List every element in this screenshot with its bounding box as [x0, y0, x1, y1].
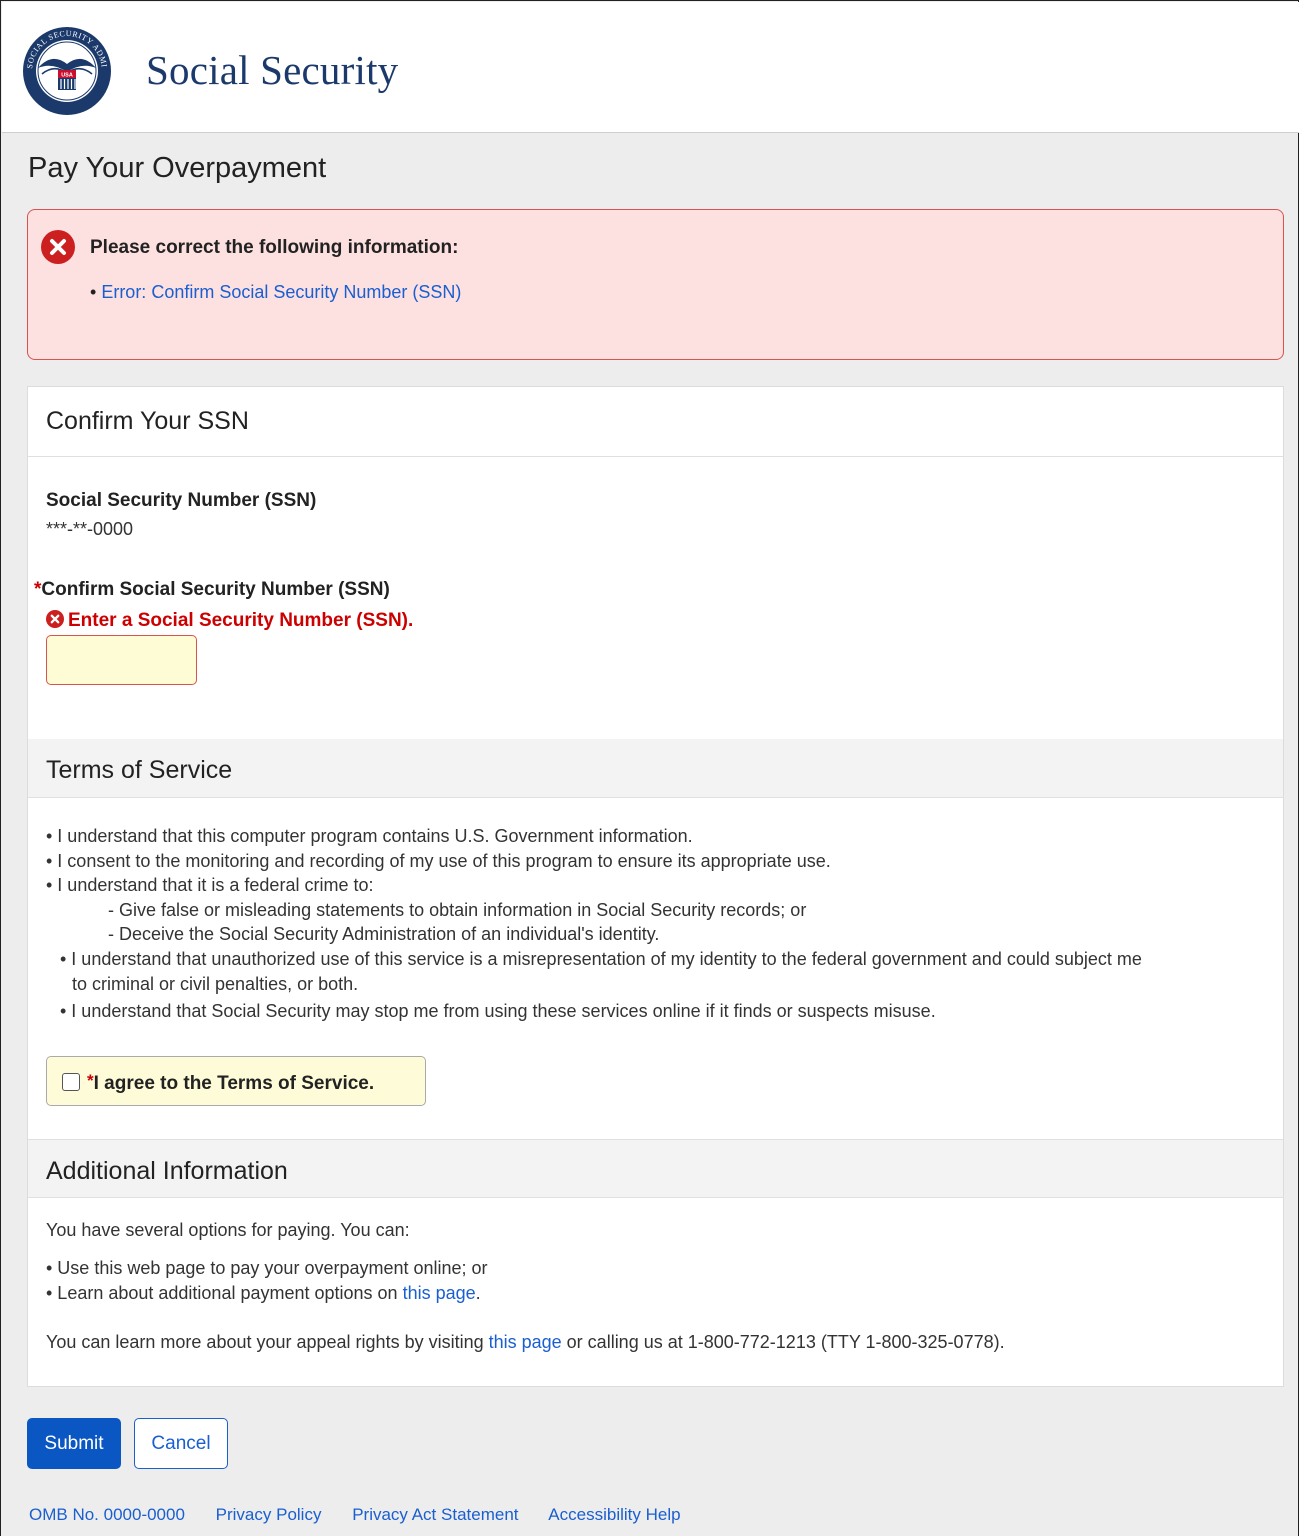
error-summary-title: Please correct the following information… — [90, 237, 459, 258]
footer-links: OMB No. 0000-0000 Privacy Policy Privacy… — [29, 1505, 707, 1525]
appeal-rights-link[interactable]: this page — [489, 1332, 562, 1352]
cancel-button[interactable]: Cancel — [134, 1418, 228, 1469]
additional-info-section-header: Additional Information — [28, 1139, 1283, 1198]
terms-item: • I understand that it is a federal crim… — [46, 875, 374, 896]
footer-privacy-policy-link[interactable]: Privacy Policy — [216, 1505, 322, 1524]
payment-option-more-text: • Learn about additional payment options… — [46, 1283, 403, 1303]
footer-omb-link[interactable]: OMB No. 0000-0000 — [29, 1505, 185, 1524]
submit-button[interactable]: Submit — [27, 1418, 121, 1469]
footer-accessibility-link[interactable]: Accessibility Help — [548, 1505, 680, 1524]
terms-list: • I understand that this computer progra… — [46, 824, 1142, 1024]
payment-option-online: • Use this web page to pay your overpaym… — [46, 1258, 488, 1278]
appeal-rights-prefix: You can learn more about your appeal rig… — [46, 1332, 489, 1352]
payment-option-more: • Learn about additional payment options… — [46, 1283, 481, 1304]
payment-options-link[interactable]: this page — [403, 1283, 476, 1303]
confirm-ssn-label-text: Confirm Social Security Number (SSN) — [41, 579, 390, 600]
terms-item: • I understand that this computer progra… — [46, 826, 693, 846]
site-title: Social Security — [146, 47, 399, 93]
required-asterisk: * — [87, 1071, 94, 1090]
page-frame: USA SOCIAL SECURITY ADMINISTRATION Socia… — [0, 0, 1299, 1536]
terms-item: • I understand that Social Security may … — [60, 1001, 936, 1022]
error-summary: Please correct the following information… — [27, 209, 1284, 360]
error-x-circle-icon — [41, 230, 75, 264]
confirm-ssn-input[interactable] — [46, 635, 197, 685]
error-summary-list: • Error: Confirm Social Security Number … — [90, 282, 461, 303]
appeal-rights-text: You can learn more about your appeal rig… — [46, 1332, 1005, 1353]
terms-item: • I consent to the monitoring and record… — [46, 850, 831, 871]
additional-info-heading: Additional Information — [46, 1157, 288, 1185]
terms-item: • I understand that unauthorized use of … — [60, 948, 1142, 969]
payment-options-intro: You have several options for paying. You… — [46, 1220, 410, 1240]
terms-subitem: - Deceive the Social Security Administra… — [108, 924, 660, 945]
bullet: • — [90, 282, 102, 302]
terms-item-continuation: to criminal or civil penalties, or both. — [72, 973, 359, 994]
confirm-ssn-error: Enter a Social Security Number (SSN). — [46, 610, 413, 632]
terms-section-header: Terms of Service — [28, 739, 1283, 798]
terms-heading: Terms of Service — [46, 756, 233, 784]
error-x-circle-icon — [46, 610, 64, 628]
agree-terms-label: *I agree to the Terms of Service. — [87, 1071, 374, 1095]
agree-terms-label-text: I agree to the Terms of Service. — [93, 1073, 375, 1094]
confirm-ssn-label: *Confirm Social Security Number (SSN) — [34, 579, 390, 601]
agree-terms-checkbox[interactable] — [62, 1073, 80, 1091]
page-title: Pay Your Overpayment — [28, 152, 327, 184]
error-link-confirm-ssn[interactable]: Error: Confirm Social Security Number (S… — [101, 282, 461, 302]
confirm-ssn-section-header: Confirm Your SSN — [28, 387, 1283, 457]
punctuation: . — [475, 1283, 481, 1303]
ssn-label: Social Security Number (SSN) — [46, 490, 317, 511]
site-header: USA SOCIAL SECURITY ADMINISTRATION Socia… — [2, 2, 1299, 133]
ssn-value: ***-**-0000 — [46, 519, 134, 539]
appeal-rights-suffix: or calling us at 1-800-772-1213 (TTY 1-8… — [561, 1332, 1005, 1352]
footer-privacy-act-link[interactable]: Privacy Act Statement — [352, 1505, 518, 1524]
confirm-ssn-error-text: Enter a Social Security Number (SSN). — [68, 610, 414, 631]
seal-usa-text: USA — [61, 73, 73, 79]
ssa-seal-logo: USA SOCIAL SECURITY ADMINISTRATION — [22, 26, 111, 115]
agree-terms-checkbox-field[interactable]: *I agree to the Terms of Service. — [46, 1056, 426, 1106]
form-card: Confirm Your SSN Social Security Number … — [27, 386, 1284, 1387]
confirm-ssn-heading: Confirm Your SSN — [46, 407, 249, 435]
terms-subitem: - Give false or misleading statements to… — [108, 899, 807, 920]
